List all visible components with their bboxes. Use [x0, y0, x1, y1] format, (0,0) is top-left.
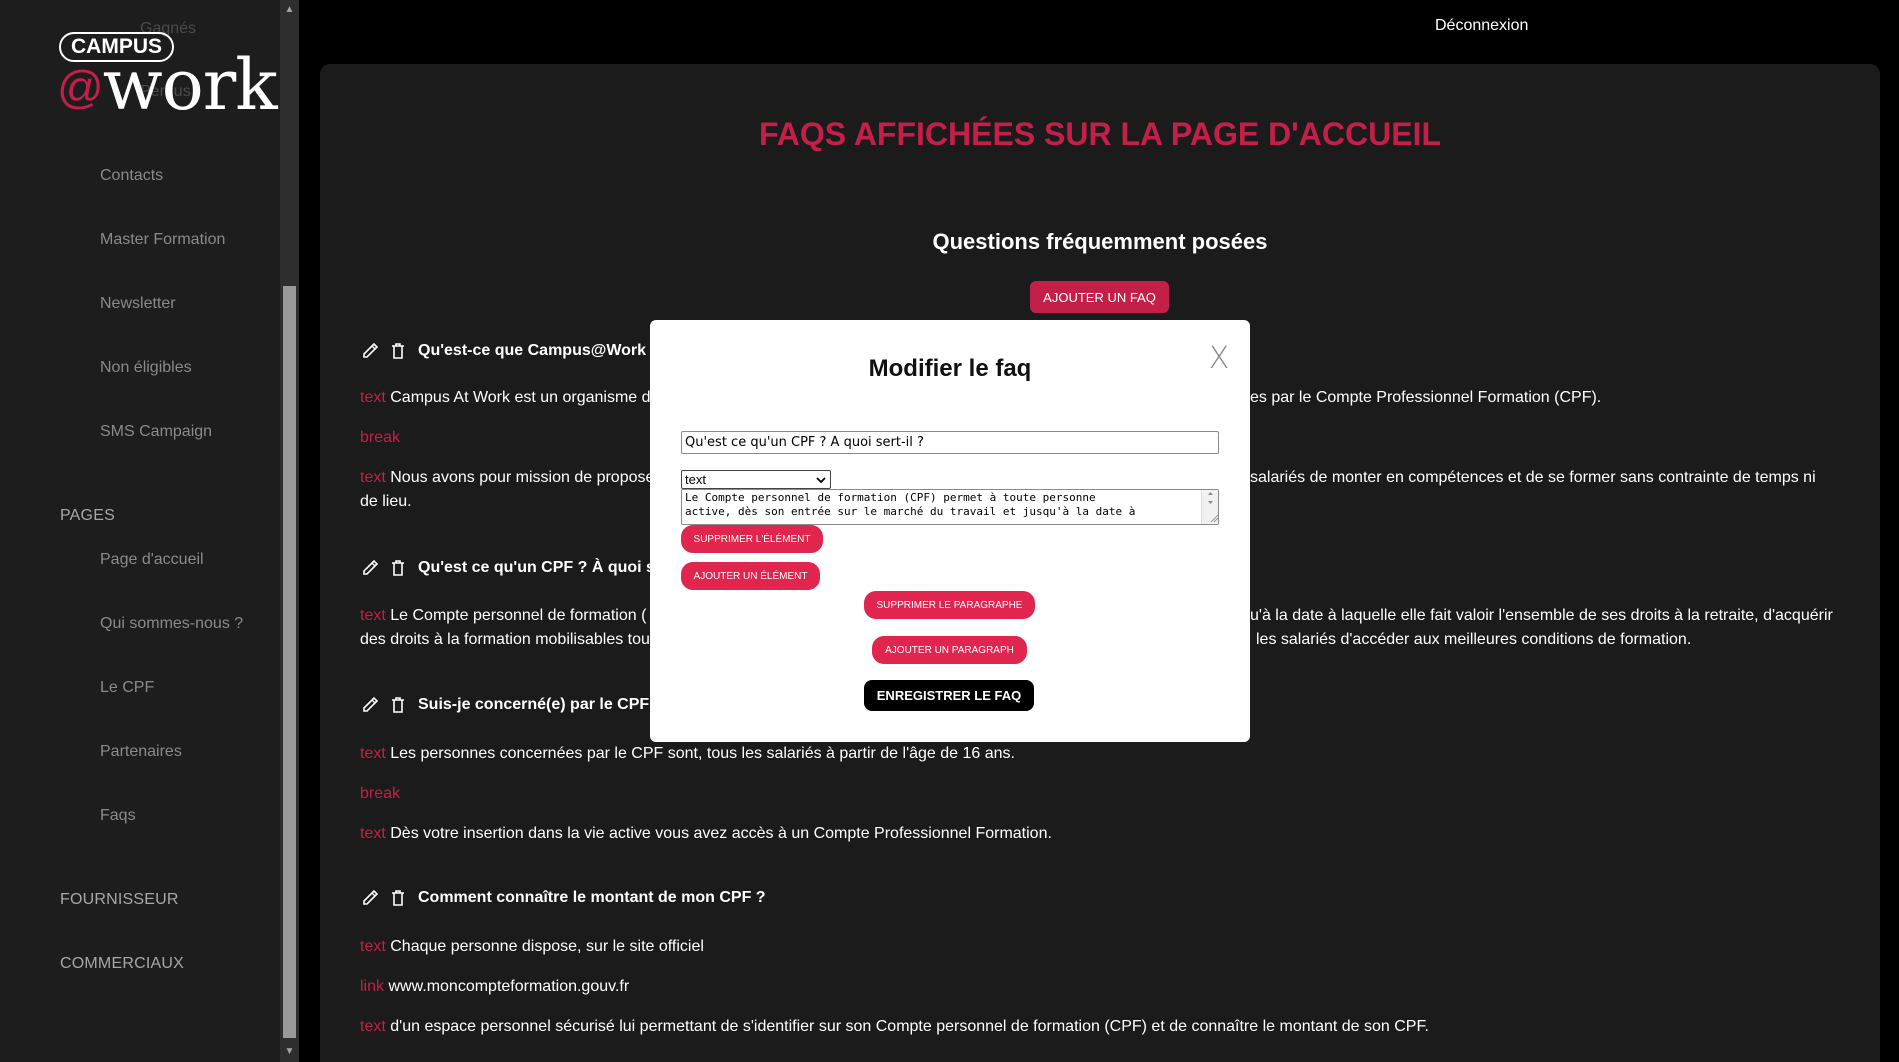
paragraph-kind-label: link: [360, 978, 385, 995]
faq-question-text: Suis-je concerné(e) par le CPF: [418, 696, 650, 713]
paragraph-kind-label: text: [360, 938, 386, 955]
trash-icon[interactable]: [387, 694, 409, 716]
faq-paragraph-continued: u'à la date à laquelle elle fait valoir …: [1250, 607, 1833, 624]
faq-question-row: Suis-je concerné(e) par le CPF: [360, 694, 649, 716]
page-subtitle: Questions fréquemment posées: [932, 229, 1268, 254]
paragraph-text: Dès votre insertion dans la vie active v…: [390, 825, 1052, 842]
sidebar-item-master-formation[interactable]: Master Formation: [100, 231, 225, 249]
scroll-up-arrow-icon[interactable]: ▲: [280, 0, 299, 20]
sidebar-section-commerciaux[interactable]: COMMERCIAUX: [60, 955, 184, 973]
sidebar-item-qui-sommes-nous[interactable]: Qui sommes-nous ?: [100, 615, 243, 633]
chevron-down-icon: [816, 477, 826, 484]
logo-work-text: @work: [57, 50, 278, 122]
sidebar-item-faqs[interactable]: Faqs: [100, 807, 136, 825]
scrollbar-thumb[interactable]: [283, 286, 296, 1038]
sidebar-item-page-accueil[interactable]: Page d'accueil: [100, 551, 204, 569]
logo-at: @: [57, 61, 104, 113]
paragraph-kind-label: text: [360, 1018, 386, 1035]
sidebar-section-pages[interactable]: PAGES: [60, 507, 115, 525]
paragraph-text: Le Compte personnel de formation (: [390, 607, 647, 624]
faq-question-text: Comment connaître le montant de mon CPF …: [418, 889, 766, 906]
faq-question-row: Comment connaître le montant de mon CPF …: [360, 887, 766, 909]
faq-paragraph: link www.moncompteformation.gouv.fr: [360, 975, 1840, 999]
faq-question-text: Qu'est ce qu'un CPF ? À quoi s: [418, 559, 655, 576]
paragraph-kind-label: break: [360, 429, 401, 446]
sidebar-item-le-cpf[interactable]: Le CPF: [100, 679, 154, 697]
paragraph-kind-label: text: [360, 745, 386, 762]
paragraph-text: Campus At Work est un organisme d: [390, 389, 651, 406]
trash-icon[interactable]: [387, 887, 409, 909]
faq-paragraph-line2: des droits à la formation mobilisables t…: [360, 631, 650, 648]
logo: CAMPUS @work: [57, 30, 278, 120]
save-faq-button[interactable]: ENREGISTRER LE FAQ: [864, 680, 1034, 711]
element-textarea[interactable]: Le Compte personnel de formation (CPF) p…: [681, 489, 1219, 525]
paragraph-kind-label: text: [360, 469, 386, 486]
pencil-icon[interactable]: [360, 340, 382, 362]
paragraph-kind-label: text: [360, 607, 386, 624]
add-element-button[interactable]: AJOUTER UN ÉLÉMENT: [681, 562, 820, 590]
trash-icon[interactable]: [387, 340, 409, 362]
sidebar-item-partenaires[interactable]: Partenaires: [100, 743, 182, 761]
logo-work: work: [102, 44, 278, 126]
paragraph-link[interactable]: www.moncompteformation.gouv.fr: [388, 978, 629, 995]
pencil-icon[interactable]: [360, 887, 382, 909]
paragraph-text: d'un espace personnel sécurisé lui perme…: [390, 1018, 1429, 1035]
app-root: Gagnés Perdus CAMPUS @work Contacts Mast…: [0, 0, 1899, 1062]
paragraph-text: Nous avons pour mission de propose: [390, 469, 655, 486]
scroll-down-arrow-icon[interactable]: ▼: [280, 1042, 299, 1062]
close-icon[interactable]: X: [1206, 342, 1232, 376]
paragraph-text: Les personnes concernées par le CPF sont…: [390, 745, 1015, 762]
faq-paragraph-continued: es par le Compte Professionnel Formation…: [1250, 389, 1602, 406]
add-faq-button[interactable]: AJOUTER UN FAQ: [1030, 281, 1169, 313]
sidebar-item-contacts[interactable]: Contacts: [100, 167, 163, 185]
faq-paragraph-line2-continued: les salariés d'accéder aux meilleures co…: [1256, 631, 1692, 648]
faq-paragraph: text d'un espace personnel sécurisé lui …: [360, 1015, 1840, 1039]
sidebar: Gagnés Perdus CAMPUS @work Contacts Mast…: [0, 0, 280, 1062]
sidebar-item-non-eligibles[interactable]: Non éligibles: [100, 359, 192, 377]
modal-title: Modifier le faq: [868, 355, 1032, 382]
faq-paragraph-continued: salariés de monter en compétences et de …: [1250, 469, 1816, 486]
faq-paragraph: text Dès votre insertion dans la vie act…: [360, 822, 1840, 846]
paragraph-kind-label: text: [360, 389, 386, 406]
sidebar-item-newsletter[interactable]: Newsletter: [100, 295, 176, 313]
element-type-value: text: [685, 472, 706, 487]
faq-paragraph: break: [360, 782, 1840, 806]
paragraph-kind-label: text: [360, 825, 386, 842]
delete-paragraph-button[interactable]: SUPPRIMER LE PARAGRAPHE: [864, 591, 1035, 619]
paragraph-kind-label: break: [360, 785, 401, 802]
question-input[interactable]: [681, 431, 1219, 454]
sidebar-item-sms-campaign[interactable]: SMS Campaign: [100, 423, 212, 441]
textarea-scrollbar[interactable]: [1201, 490, 1219, 524]
add-paragraph-button[interactable]: AJOUTER UN PARAGRAPH: [872, 636, 1027, 664]
sidebar-scrollbar[interactable]: ▲ ▼: [280, 0, 299, 1062]
sidebar-section-fournisseur[interactable]: FOURNISSEUR: [60, 891, 179, 909]
paragraph-text: Chaque personne dispose, sur le site off…: [390, 938, 704, 955]
element-type-select[interactable]: text: [681, 470, 831, 489]
trash-icon[interactable]: [387, 557, 409, 579]
pencil-icon[interactable]: [360, 557, 382, 579]
faq-paragraph: text Chaque personne dispose, sur le sit…: [360, 935, 1840, 959]
delete-element-button[interactable]: SUPPRIMER L'ÉLÉMENT: [681, 525, 823, 553]
page-title: FAQS AFFICHÉES SUR LA PAGE D'ACCUEIL: [758, 116, 1441, 152]
pencil-icon[interactable]: [360, 694, 382, 716]
faq-question-row: Qu'est ce qu'un CPF ? À quoi s: [360, 557, 655, 579]
faq-paragraph: text Les personnes concernées par le CPF…: [360, 742, 1840, 766]
faq-question-text: Qu'est-ce que Campus@Work ?: [418, 342, 661, 359]
faq-question-row: Qu'est-ce que Campus@Work ?: [360, 340, 660, 362]
